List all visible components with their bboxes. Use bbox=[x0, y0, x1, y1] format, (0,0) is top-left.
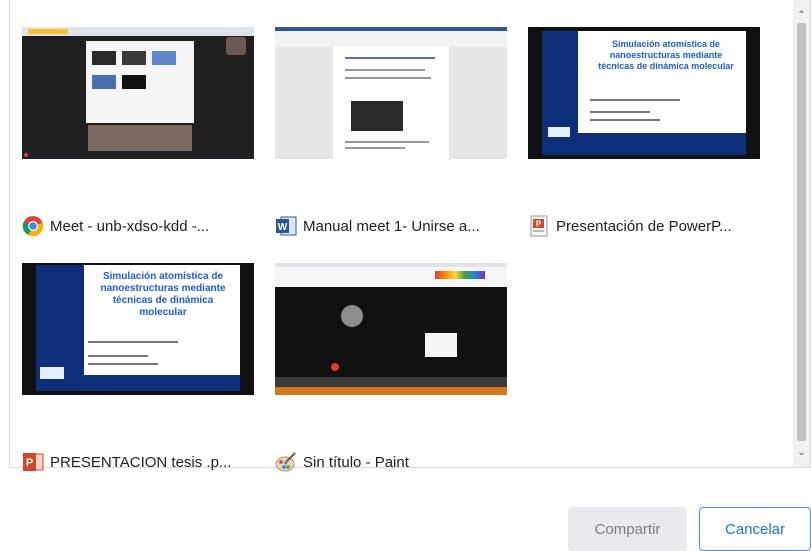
window-thumbnail: Simulación atomística de nanoestructuras… bbox=[22, 263, 254, 395]
scroll-down-icon[interactable]: ⌄ bbox=[793, 444, 810, 461]
window-title: P Presentación de PowerP... bbox=[528, 215, 768, 237]
slide-title: Simulación atomística de nanoestructuras… bbox=[598, 39, 734, 71]
window-thumbnail: Simulación atomística de nanoestructuras… bbox=[528, 27, 760, 159]
window-title-text: Manual meet 1- Unirse a... bbox=[303, 217, 480, 235]
window-title: P PRESENTACION tesis .p... bbox=[22, 451, 262, 473]
cancel-button[interactable]: Cancelar bbox=[699, 507, 811, 551]
share-button[interactable]: Compartir bbox=[568, 507, 687, 551]
window-tile-powerpoint-presentation[interactable]: Simulación atomística de nanoestructuras… bbox=[528, 27, 760, 237]
window-title: W Manual meet 1- Unirse a... bbox=[275, 215, 515, 237]
svg-text:P: P bbox=[536, 220, 542, 229]
window-tile-word[interactable]: W Manual meet 1- Unirse a... bbox=[275, 27, 507, 237]
slide-title: Simulación atomística de nanoestructuras… bbox=[100, 271, 226, 318]
window-thumbnail bbox=[275, 27, 507, 159]
paint-icon bbox=[275, 451, 297, 473]
powerpoint-icon: P bbox=[22, 451, 44, 473]
window-title-text: Meet - unb-xdso-kdd -... bbox=[50, 217, 210, 235]
word-icon: W bbox=[275, 215, 297, 237]
window-thumbnail bbox=[22, 27, 254, 159]
powerpoint-viewer-icon: P bbox=[528, 215, 550, 237]
window-thumbnail bbox=[275, 263, 507, 395]
svg-text:P: P bbox=[26, 457, 33, 469]
window-title: Sin título - Paint bbox=[275, 451, 515, 473]
window-picker: Meet - unb-xdso-kdd -... W Manual meet 1… bbox=[9, 0, 811, 472]
scroll-up-icon[interactable]: ⌃ bbox=[793, 7, 810, 24]
chrome-icon bbox=[22, 215, 44, 237]
window-title-text: Sin título - Paint bbox=[303, 453, 409, 471]
window-title-text: PRESENTACION tesis .p... bbox=[50, 453, 232, 471]
window-tile-meet[interactable]: Meet - unb-xdso-kdd -... bbox=[22, 27, 254, 237]
window-tile-presentacion-tesis[interactable]: Simulación atomística de nanoestructuras… bbox=[22, 263, 254, 473]
svg-text:W: W bbox=[278, 222, 288, 233]
window-title: Meet - unb-xdso-kdd -... bbox=[22, 215, 262, 237]
vertical-scrollbar[interactable]: ⌃ ⌄ bbox=[793, 0, 810, 467]
scrollbar-thumb[interactable] bbox=[797, 23, 806, 441]
window-tile-paint[interactable]: Sin título - Paint bbox=[275, 263, 507, 473]
window-grid: Meet - unb-xdso-kdd -... W Manual meet 1… bbox=[10, 0, 794, 472]
window-title-text: Presentación de PowerP... bbox=[556, 217, 732, 235]
